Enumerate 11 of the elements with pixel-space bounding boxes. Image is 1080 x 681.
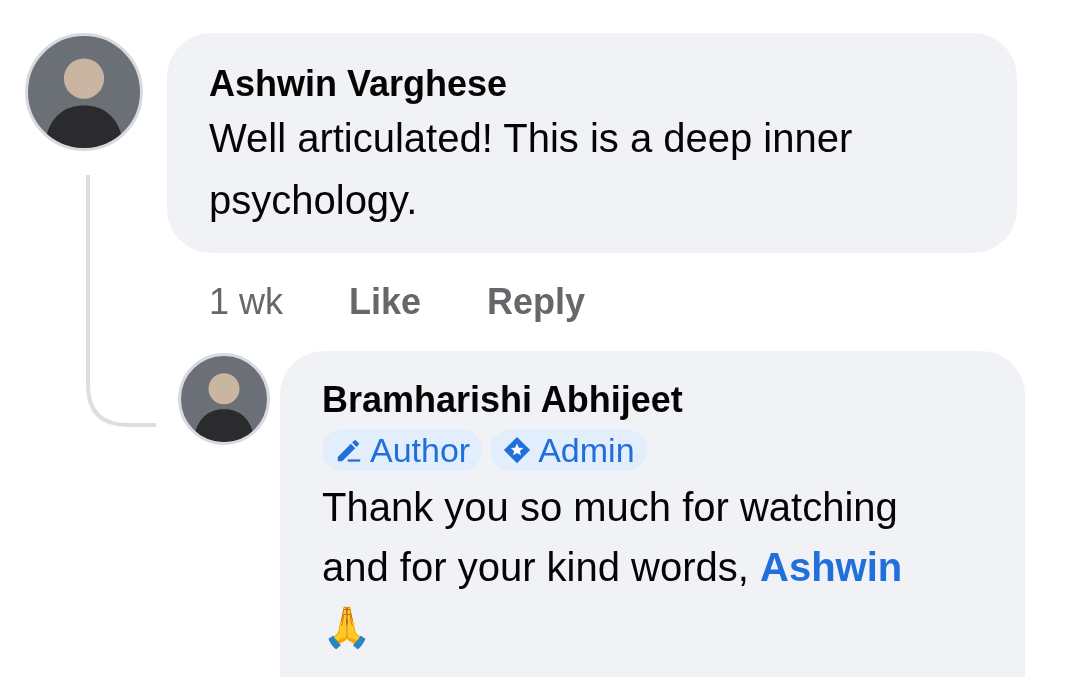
action-link[interactable]: Like bbox=[349, 275, 422, 329]
commenter-name[interactable]: Bramharishi Abhijeet bbox=[322, 377, 1005, 423]
role-badge: Admin bbox=[490, 429, 647, 471]
diamond-star-icon bbox=[502, 435, 533, 465]
action-link[interactable]: Reply bbox=[487, 275, 586, 329]
comment-text: Thank you so much for watching and for your kind words, Ashwin 🙏 bbox=[322, 484, 904, 651]
comment-text: Well articulated! This is a deep inner psychology. bbox=[209, 115, 854, 224]
role-badge: Author bbox=[322, 429, 483, 471]
mention-link[interactable]: Ashwin bbox=[760, 545, 903, 589]
commenter-name[interactable]: Ashwin Varghese bbox=[209, 61, 987, 107]
timestamp: 1 wk bbox=[209, 280, 284, 324]
